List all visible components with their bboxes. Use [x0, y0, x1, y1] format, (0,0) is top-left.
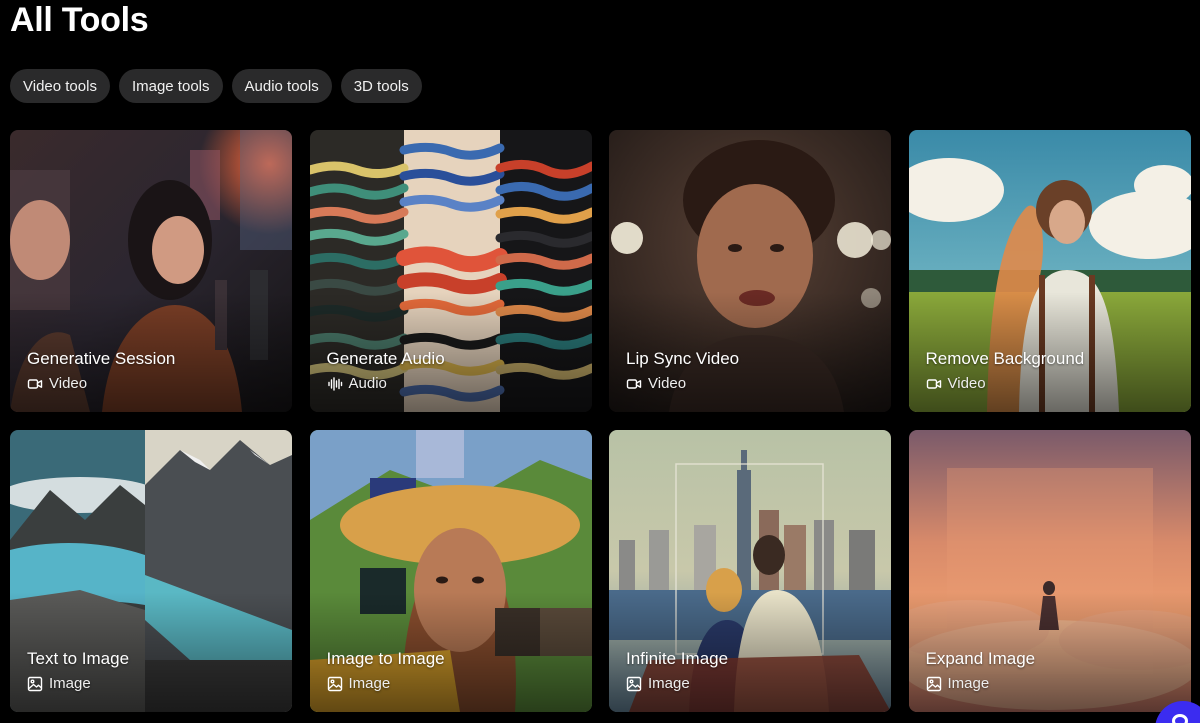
tool-title: Image to Image — [326, 649, 445, 668]
image-icon — [626, 676, 642, 692]
tool-title: Text to Image — [27, 649, 130, 668]
tool-card-image-to-image[interactable]: Image to Image Image — [309, 430, 592, 712]
tool-type: Audio — [327, 375, 387, 392]
tool-type: Video — [27, 375, 87, 392]
tool-card-generate-audio[interactable]: Generate Audio Audio — [309, 130, 592, 412]
tool-title: Infinite Image — [626, 649, 729, 668]
audio-waveform-icon — [327, 376, 343, 392]
tool-type-label: Image — [49, 675, 91, 692]
tool-title: Generate Audio — [326, 349, 445, 368]
tool-type-label: Video — [648, 375, 687, 392]
filter-bar: Video tools Image tools Audio tools 3D t… — [10, 69, 422, 103]
tool-card-lip-sync-video[interactable]: Lip Sync Video Video — [609, 130, 891, 412]
chat-bubble-icon — [1172, 714, 1188, 723]
tool-card-expand-image[interactable]: Expand Image Image — [908, 430, 1191, 712]
tool-title: Lip Sync Video — [626, 349, 740, 368]
video-camera-icon — [926, 376, 942, 392]
tools-page: All Tools Video tools Image tools Audio … — [0, 0, 1200, 723]
filter-chip-video[interactable]: Video tools — [10, 69, 110, 103]
image-icon — [926, 676, 942, 692]
tool-title: Generative Session — [27, 349, 176, 368]
tool-card-text-to-image[interactable]: Text to Image Image — [10, 430, 292, 712]
tool-type: Video — [626, 375, 686, 392]
tool-title: Remove Background — [925, 349, 1085, 368]
tool-card-infinite-image[interactable]: Infinite Image Image — [609, 430, 891, 712]
tool-card-remove-background[interactable]: Remove Background Video — [908, 130, 1191, 412]
video-camera-icon — [27, 376, 43, 392]
tool-card-generative-session[interactable]: Generative Session Video — [10, 130, 292, 412]
tool-type-label: Video — [49, 375, 88, 392]
filter-chip-3d[interactable]: 3D tools — [340, 69, 422, 103]
tool-type-label: Audio — [348, 375, 387, 392]
tool-title: Expand Image — [925, 649, 1036, 668]
tool-type: Video — [926, 375, 986, 392]
image-icon — [327, 676, 343, 692]
page-title: All Tools — [10, 1, 149, 39]
tool-type: Image — [27, 675, 91, 692]
image-icon — [27, 676, 43, 692]
tool-type-label: Image — [947, 675, 990, 692]
tool-type-label: Video — [947, 375, 986, 392]
video-camera-icon — [626, 376, 642, 392]
filter-chip-image[interactable]: Image tools — [118, 69, 223, 103]
tool-type: Image — [327, 675, 391, 692]
tools-grid: Generative Session Video Generate Audio … — [10, 130, 1191, 712]
tool-type: Image — [626, 675, 690, 692]
tool-type-label: Image — [348, 675, 391, 692]
tool-type: Image — [926, 675, 990, 692]
tool-type-label: Image — [648, 675, 690, 692]
filter-chip-audio[interactable]: Audio tools — [231, 69, 332, 103]
